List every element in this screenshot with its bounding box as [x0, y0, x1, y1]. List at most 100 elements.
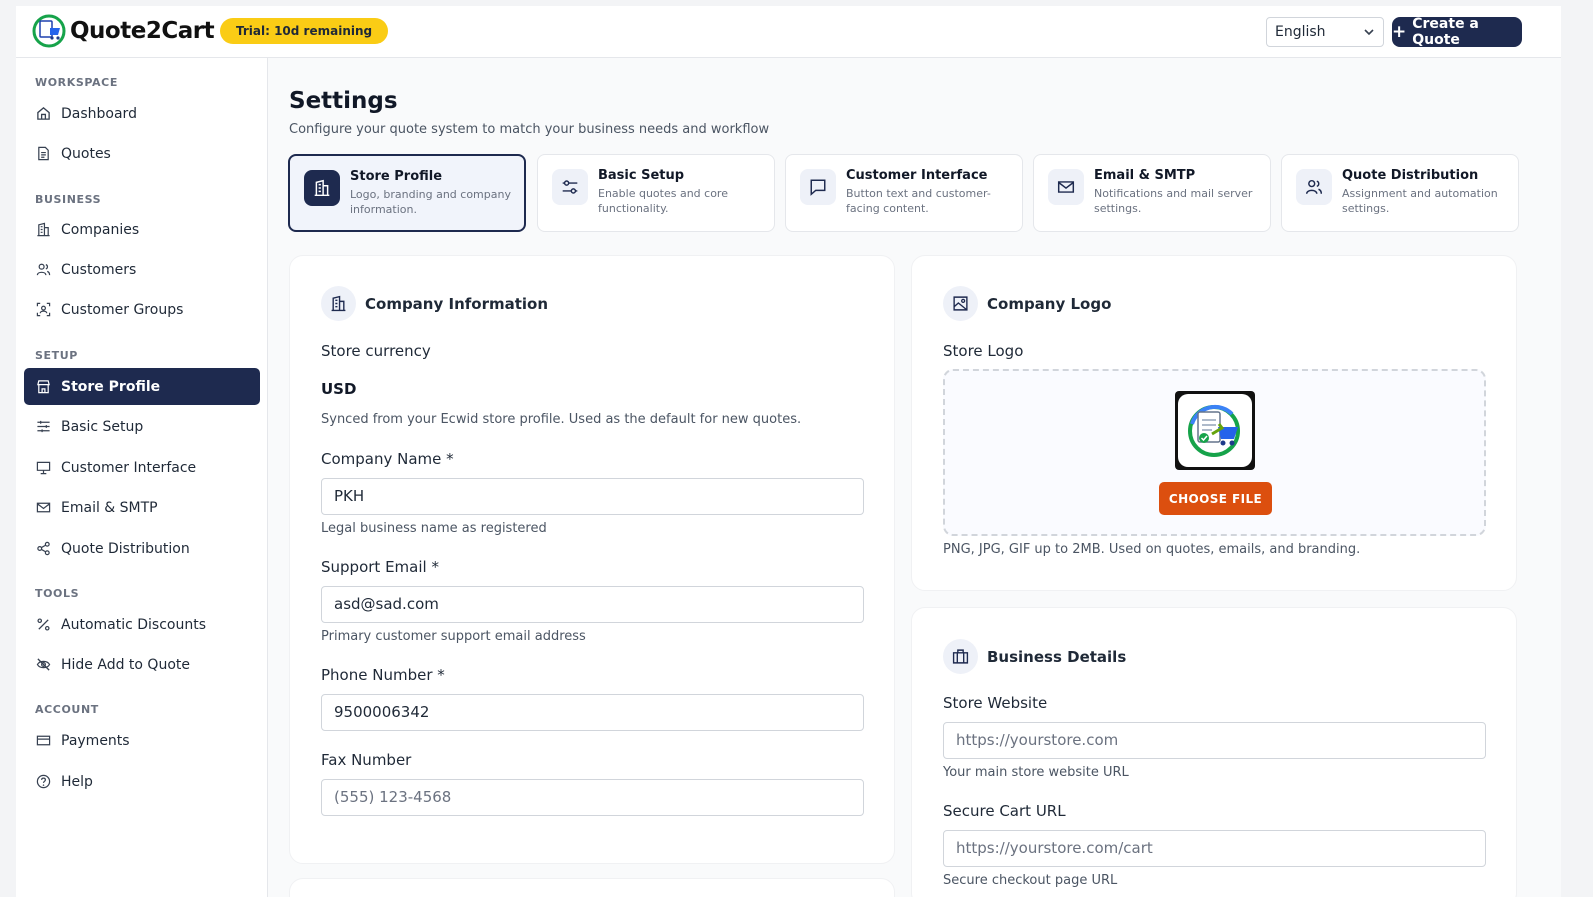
sidebar-item-label: Dashboard [61, 105, 137, 122]
tab-title: Basic Setup [598, 168, 685, 183]
company-information-heading: Company Information [321, 286, 548, 321]
brand-logo[interactable]: Quote2Cart [32, 14, 215, 48]
sidebar-item-label: Customers [61, 261, 137, 278]
tab-description: Assignment and automation settings. [1342, 187, 1498, 215]
secure-cart-url-help: Secure checkout page URL [943, 873, 1118, 888]
home-icon [37, 107, 50, 120]
company-name-help: Legal business name as registered [321, 521, 547, 536]
group-icon [36, 302, 51, 317]
sidebar-item-basic-setup[interactable]: Basic Setup [24, 408, 260, 445]
sidebar-item-email-smtp[interactable]: Email & SMTP [24, 489, 260, 526]
tab-title: Email & SMTP [1094, 168, 1196, 183]
sidebar-section-tools: TOOLS [35, 587, 80, 600]
sidebar-item-payments[interactable]: Payments [24, 722, 260, 759]
sidebar-item-quotes[interactable]: Quotes [24, 135, 260, 172]
tab-quote-distribution[interactable]: Quote Distribution Assignment and automa… [1281, 154, 1519, 232]
fax-number-input[interactable]: (555) 123-4568 [321, 779, 864, 816]
business-details-heading: Business Details [943, 639, 1126, 674]
tab-basic-setup[interactable]: Basic Setup Enable quotes and core funct… [537, 154, 775, 232]
trial-badge: Trial: 10d remaining [220, 18, 389, 44]
store-icon [37, 380, 50, 394]
phone-number-label: Phone Number * [321, 666, 445, 684]
document-icon [38, 146, 49, 161]
fax-number-label: Fax Number [321, 751, 412, 769]
secure-cart-url-label: Secure Cart URL [943, 802, 1066, 820]
language-value: English [1275, 24, 1326, 40]
sidebar-item-label: Store Profile [61, 378, 161, 395]
tab-description: Logo, branding and company information. [350, 188, 511, 216]
card-title: Company Logo [987, 294, 1112, 313]
language-select[interactable]: English [1266, 17, 1384, 47]
sidebar-item-companies[interactable]: Companies [24, 211, 260, 248]
users-icon [1296, 169, 1332, 205]
tab-title: Store Profile [350, 169, 443, 184]
logo-help: PNG, JPG, GIF up to 2MB. Used on quotes,… [943, 542, 1361, 557]
app-window: Quote2Cart Trial: 10d remaining English … [16, 6, 1561, 897]
store-currency-help: Synced from your Ecwid store profile. Us… [321, 412, 802, 427]
store-logo-image [1175, 391, 1255, 470]
percent-icon [37, 618, 50, 631]
eye-off-icon [36, 658, 51, 671]
briefcase-icon [943, 639, 978, 674]
tab-description: Enable quotes and core functionality. [598, 187, 728, 215]
card-title: Business Details [987, 647, 1127, 666]
sidebar-item-help[interactable]: Help [24, 763, 260, 800]
phone-number-input[interactable]: 9500006342 [321, 694, 864, 731]
sidebar-item-label: Hide Add to Quote [61, 656, 190, 673]
sidebar-item-label: Quotes [61, 145, 111, 162]
quote2cart-logo-icon [32, 14, 66, 48]
sidebar-item-label: Customer Groups [61, 301, 184, 318]
sidebar-item-dashboard[interactable]: Dashboard [24, 95, 260, 132]
card-icon [36, 735, 51, 746]
sidebar-item-label: Automatic Discounts [61, 616, 207, 633]
logo-dropzone[interactable]: CHOOSE FILE [943, 369, 1486, 536]
secure-cart-url-input[interactable]: https://yourstore.com/cart [943, 830, 1486, 867]
mail-icon [1048, 169, 1084, 205]
company-information-card: Company Information Store currency USD S… [289, 255, 895, 864]
sidebar-item-label: Customer Interface [61, 459, 197, 476]
support-email-label: Support Email * [321, 558, 439, 576]
support-email-input[interactable]: asd@sad.com [321, 586, 864, 623]
tab-customer-interface[interactable]: Customer Interface Button text and custo… [785, 154, 1023, 232]
sidebar-item-hide-add-to-quote[interactable]: Hide Add to Quote [24, 646, 260, 683]
tab-store-profile[interactable]: Store Profile Logo, branding and company… [288, 154, 526, 232]
tab-email-smtp[interactable]: Email & SMTP Notifications and mail serv… [1033, 154, 1271, 232]
sidebar-item-store-profile[interactable]: Store Profile [24, 368, 260, 405]
company-logo-heading: Company Logo [943, 286, 1111, 321]
choose-file-button[interactable]: CHOOSE FILE [1159, 482, 1272, 515]
sidebar-item-customers[interactable]: Customers [24, 251, 260, 288]
help-icon [36, 774, 51, 789]
monitor-icon [36, 461, 51, 475]
share-icon [37, 541, 50, 556]
company-name-label: Company Name * [321, 450, 454, 468]
users-icon [36, 263, 51, 276]
sidebar-item-label: Basic Setup [61, 418, 144, 435]
image-icon [943, 286, 978, 321]
building-icon [321, 286, 356, 321]
sidebar-item-customer-interface[interactable]: Customer Interface [24, 449, 260, 486]
store-currency-label: Store currency [321, 342, 431, 360]
store-website-help: Your main store website URL [943, 765, 1129, 780]
chat-icon [800, 169, 836, 205]
sidebar-section-account: ACCOUNT [35, 703, 99, 716]
next-card [289, 878, 895, 897]
store-website-input[interactable]: https://yourstore.com [943, 722, 1486, 759]
tab-title: Customer Interface [846, 168, 988, 183]
brand-name: Quote2Cart [70, 18, 215, 44]
store-website-label: Store Website [943, 694, 1048, 712]
tab-description: Notifications and mail server settings. [1094, 187, 1253, 215]
plus-icon: + [1392, 21, 1407, 42]
create-quote-button[interactable]: + Create a Quote [1392, 16, 1522, 48]
store-currency-value: USD [321, 380, 357, 398]
company-name-input[interactable]: PKH [321, 478, 864, 515]
top-bar: Quote2Cart Trial: 10d remaining English … [16, 6, 1561, 58]
sidebar: WORKSPACE Dashboard Quotes BUSINESS Comp… [16, 58, 268, 897]
sidebar-item-label: Payments [61, 732, 130, 749]
card-title: Company Information [365, 294, 549, 313]
sidebar-item-automatic-discounts[interactable]: Automatic Discounts [24, 606, 260, 643]
sidebar-item-quote-distribution[interactable]: Quote Distribution [24, 530, 260, 567]
mail-icon [36, 502, 51, 513]
company-logo-card: Company Logo Store Logo CHOOSE FILE PNG,… [911, 255, 1517, 591]
sidebar-item-label: Companies [61, 221, 140, 238]
sidebar-item-customer-groups[interactable]: Customer Groups [24, 291, 260, 328]
